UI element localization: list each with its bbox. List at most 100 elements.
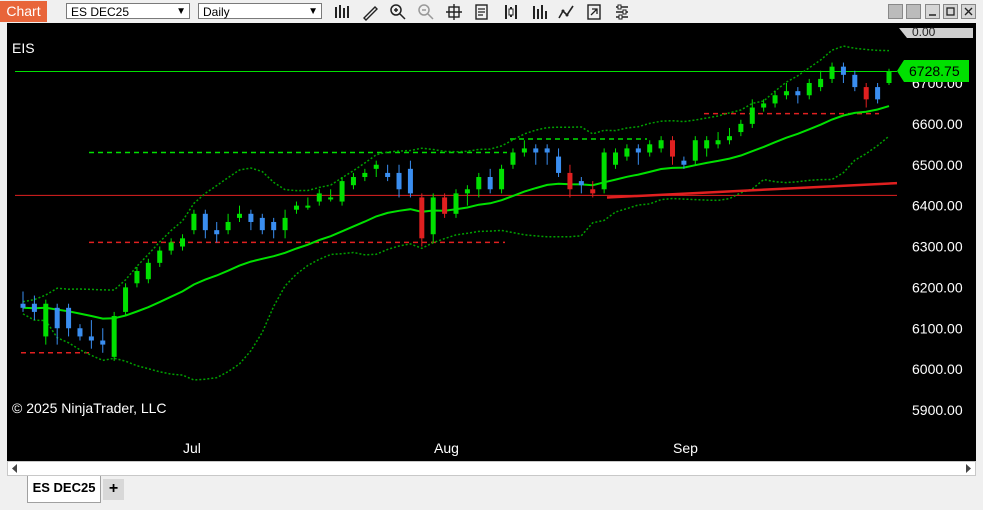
zoom-in-icon[interactable] <box>389 3 407 21</box>
candle-body[interactable] <box>339 181 345 202</box>
candle-body[interactable] <box>510 152 516 165</box>
candle-body[interactable] <box>726 136 732 141</box>
chart-window-label[interactable]: Chart <box>0 1 47 22</box>
minimize-button[interactable] <box>925 4 940 19</box>
candle-body[interactable] <box>430 197 436 235</box>
candle-body[interactable] <box>783 91 789 96</box>
maximize-button[interactable] <box>943 4 958 19</box>
candle-body[interactable] <box>829 66 835 79</box>
candle-body[interactable] <box>795 91 801 96</box>
candle-body[interactable] <box>373 164 379 169</box>
candle-body[interactable] <box>761 103 767 108</box>
candle-body[interactable] <box>202 213 208 231</box>
candle-body[interactable] <box>442 197 448 214</box>
add-tab-button[interactable]: + <box>103 479 124 500</box>
candle-body[interactable] <box>54 307 60 329</box>
candle-body[interactable] <box>225 221 231 231</box>
candle-body[interactable] <box>567 172 573 190</box>
candle-body[interactable] <box>613 152 619 165</box>
close-button[interactable] <box>961 4 976 19</box>
drawing-tool-icon[interactable] <box>361 3 379 21</box>
candle-body[interactable] <box>100 340 106 345</box>
candle-body[interactable] <box>624 148 630 157</box>
candle-body[interactable] <box>499 168 505 190</box>
candle-body[interactable] <box>145 262 151 280</box>
candle-body[interactable] <box>818 78 824 88</box>
price-chart[interactable]: EIS © 2025 NinjaTrader, LLC 6700.006600.… <box>7 23 976 463</box>
instrument-properties-icon[interactable] <box>503 3 521 21</box>
candle-body[interactable] <box>237 213 242 218</box>
candle-body[interactable] <box>111 315 117 357</box>
candle-body[interactable] <box>601 152 607 190</box>
candle-body[interactable] <box>396 172 402 190</box>
candle-body[interactable] <box>533 148 539 153</box>
tab-es-dec25[interactable]: ES DEC25 <box>27 476 101 503</box>
candle-body[interactable] <box>863 87 869 100</box>
candle-body[interactable] <box>157 250 163 263</box>
candle-body[interactable] <box>886 71 892 83</box>
window-link-button[interactable] <box>906 4 921 19</box>
strategies-icon[interactable] <box>557 3 575 21</box>
candle-body[interactable] <box>738 123 744 133</box>
candle-body[interactable] <box>134 271 140 284</box>
candle-body[interactable] <box>544 148 550 153</box>
candle-body[interactable] <box>464 189 470 194</box>
candle-body[interactable] <box>293 205 299 210</box>
candle-body[interactable] <box>168 242 174 251</box>
candle-body[interactable] <box>681 160 687 165</box>
candle-body[interactable] <box>407 168 413 194</box>
instrument-selector[interactable]: ES DEC25 ▼ <box>66 3 190 19</box>
candle-body[interactable] <box>259 217 265 231</box>
candle-body[interactable] <box>715 140 721 145</box>
candle-body[interactable] <box>77 328 83 337</box>
candle-body[interactable] <box>521 148 527 153</box>
zoom-out-icon[interactable] <box>417 3 435 21</box>
candle-body[interactable] <box>350 177 356 186</box>
candle-body[interactable] <box>476 177 482 190</box>
candle-body[interactable] <box>749 107 755 124</box>
candle-body[interactable] <box>772 95 778 104</box>
candle-body[interactable] <box>806 83 812 96</box>
candle-body[interactable] <box>43 303 49 337</box>
candle-body[interactable] <box>20 303 26 308</box>
scroll-left-icon[interactable] <box>12 464 17 473</box>
candle-body[interactable] <box>31 303 37 312</box>
candle-body[interactable] <box>590 189 596 194</box>
data-box-icon[interactable] <box>473 3 491 21</box>
candle-body[interactable] <box>487 177 493 190</box>
candle-body[interactable] <box>282 217 288 231</box>
candle-body[interactable] <box>704 140 710 149</box>
candle-body[interactable] <box>635 148 641 153</box>
candle-body[interactable] <box>88 336 94 341</box>
scroll-right-icon[interactable] <box>966 464 971 473</box>
bar-type-icon[interactable] <box>333 3 351 21</box>
horizontal-scrollbar[interactable] <box>7 461 976 476</box>
candle-body[interactable] <box>362 172 368 178</box>
chart-panel[interactable]: EIS © 2025 NinjaTrader, LLC 6700.00 6600.… <box>7 23 976 463</box>
candle-body[interactable] <box>180 238 186 247</box>
candle-body[interactable] <box>248 213 254 222</box>
properties-icon[interactable] <box>613 3 631 21</box>
candle-body[interactable] <box>840 66 846 75</box>
candle-body[interactable] <box>556 156 562 173</box>
candle-body[interactable] <box>123 287 129 312</box>
candle-body[interactable] <box>271 221 277 231</box>
candle-body[interactable] <box>453 193 459 214</box>
candle-body[interactable] <box>305 205 311 208</box>
interval-selector[interactable]: Daily ▼ <box>198 3 322 19</box>
candle-body[interactable] <box>852 74 858 88</box>
chart-trader-icon[interactable] <box>585 3 603 21</box>
candle-body[interactable] <box>419 197 425 239</box>
candle-body[interactable] <box>316 193 322 202</box>
candle-body[interactable] <box>214 230 220 235</box>
crosshair-icon[interactable] <box>445 3 463 21</box>
window-pin-button[interactable] <box>888 4 903 19</box>
candle-body[interactable] <box>670 140 675 157</box>
candle-body[interactable] <box>328 197 334 200</box>
candle-body[interactable] <box>578 181 584 186</box>
candle-body[interactable] <box>658 140 664 149</box>
candle-body[interactable] <box>385 172 391 178</box>
indicators-icon[interactable] <box>531 3 549 21</box>
candle-body[interactable] <box>692 140 698 161</box>
candle-body[interactable] <box>875 87 881 100</box>
